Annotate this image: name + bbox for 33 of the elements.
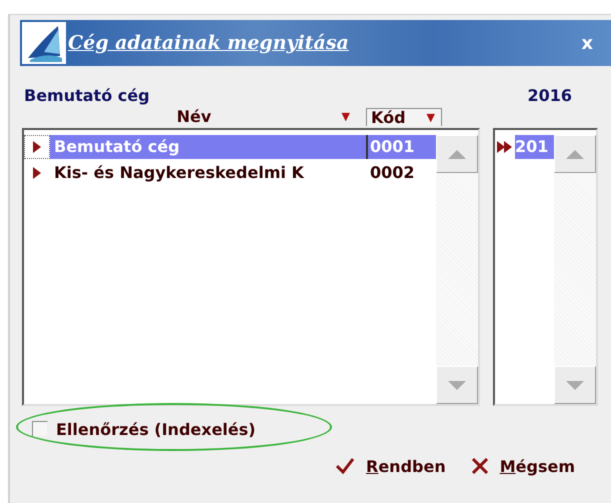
- scroll-down-button[interactable]: [436, 366, 478, 404]
- sort-icon: ▼: [342, 110, 356, 124]
- sort-icon: ▼: [426, 110, 441, 124]
- row-marker-icon: [33, 141, 41, 153]
- column-header[interactable]: Kód ▼: [366, 108, 442, 126]
- double-arrow-icon: [497, 141, 513, 153]
- up-arrow-icon: [448, 150, 466, 158]
- cross-icon: [472, 458, 488, 474]
- year-label: 2016: [527, 86, 572, 105]
- table-cell[interactable]: 0002: [368, 161, 436, 185]
- row-marker-icon: [33, 167, 41, 179]
- year-item[interactable]: 201: [515, 135, 554, 159]
- window-title: Cég adatainak megnyitása: [68, 32, 350, 54]
- table-cell[interactable]: Kis- és Nagykereskedelmi K: [50, 161, 368, 185]
- column-header[interactable]: Név ▼: [22, 108, 366, 126]
- sail-logo-icon: [22, 22, 66, 64]
- down-arrow-icon: [448, 380, 466, 390]
- checkmark-icon: [336, 458, 354, 474]
- ok-button[interactable]: Rendben: [336, 454, 446, 478]
- scroll-up-button[interactable]: [436, 135, 478, 173]
- up-arrow-icon: [566, 150, 584, 158]
- table-cell[interactable]: Bemutató cég: [50, 135, 368, 159]
- scrollbar[interactable]: [554, 135, 596, 404]
- checkbox-label: Ellenőrzés (Indexelés): [56, 420, 256, 438]
- table-cell[interactable]: 0001: [368, 135, 436, 159]
- cancel-button[interactable]: Mégsem: [472, 454, 575, 478]
- down-arrow-icon: [566, 380, 584, 390]
- checkbox[interactable]: [32, 421, 48, 437]
- scrollbar[interactable]: [436, 135, 478, 404]
- scroll-up-button[interactable]: [554, 135, 596, 173]
- close-button[interactable]: x: [581, 32, 593, 54]
- scroll-down-button[interactable]: [554, 366, 596, 404]
- company-label: Bemutató cég: [24, 86, 150, 105]
